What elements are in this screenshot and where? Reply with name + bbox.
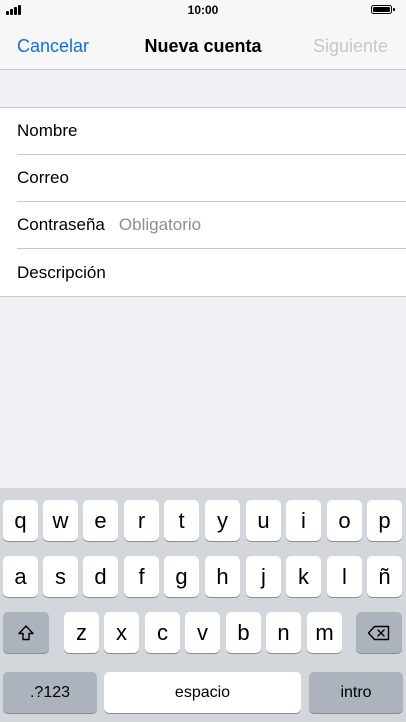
password-field-label: Contraseña <box>17 215 105 234</box>
keyboard: q w e r t y u i o p a s d f g h j k l ñ … <box>0 488 406 722</box>
delete-icon <box>367 625 390 640</box>
key-b[interactable]: b <box>226 612 261 653</box>
password-field[interactable]: Contraseña Obligatorio <box>17 202 406 249</box>
email-field[interactable]: Correo <box>17 155 406 202</box>
key-j[interactable]: j <box>246 556 281 597</box>
numbers-key[interactable]: .?123 <box>3 672 97 713</box>
name-field[interactable]: Nombre <box>17 108 406 155</box>
key-a[interactable]: a <box>3 556 38 597</box>
delete-key[interactable] <box>356 612 402 653</box>
nav-bar: Cancelar Nueva cuenta Siguiente <box>0 20 406 70</box>
return-key[interactable]: intro <box>309 672 403 713</box>
key-w[interactable]: w <box>43 500 78 541</box>
status-time: 10:00 <box>187 3 219 17</box>
key-s[interactable]: s <box>43 556 78 597</box>
description-field[interactable]: Descripción <box>17 249 406 296</box>
key-u[interactable]: u <box>246 500 281 541</box>
key-l[interactable]: l <box>327 556 362 597</box>
description-field-label: Descripción <box>17 262 106 282</box>
battery-icon <box>371 5 395 14</box>
key-c[interactable]: c <box>145 612 180 653</box>
cancel-button[interactable]: Cancelar <box>17 36 89 57</box>
key-y[interactable]: y <box>205 500 240 541</box>
key-v[interactable]: v <box>185 612 220 653</box>
key-x[interactable]: x <box>104 612 139 653</box>
email-field-label: Correo <box>17 168 69 187</box>
key-k[interactable]: k <box>286 556 321 597</box>
key-n-tilde[interactable]: ñ <box>367 556 402 597</box>
key-i[interactable]: i <box>286 500 321 541</box>
space-key[interactable]: espacio <box>104 672 301 713</box>
key-m[interactable]: m <box>307 612 342 653</box>
key-g[interactable]: g <box>164 556 199 597</box>
shift-key[interactable] <box>3 612 49 653</box>
account-form: Nombre Correo Contraseña Obligatorio Des… <box>0 107 406 297</box>
key-t[interactable]: t <box>164 500 199 541</box>
key-q[interactable]: q <box>3 500 38 541</box>
key-r[interactable]: r <box>124 500 159 541</box>
key-p[interactable]: p <box>367 500 402 541</box>
key-f[interactable]: f <box>124 556 159 597</box>
key-d[interactable]: d <box>83 556 118 597</box>
key-h[interactable]: h <box>205 556 240 597</box>
password-field-placeholder[interactable]: Obligatorio <box>119 215 201 235</box>
key-e[interactable]: e <box>83 500 118 541</box>
key-n[interactable]: n <box>266 612 301 653</box>
key-o[interactable]: o <box>327 500 362 541</box>
status-bar: 10:00 <box>0 0 406 20</box>
name-field-label: Nombre <box>17 121 78 140</box>
key-z[interactable]: z <box>64 612 99 653</box>
shift-icon <box>18 624 34 640</box>
next-button[interactable]: Siguiente <box>313 36 388 57</box>
